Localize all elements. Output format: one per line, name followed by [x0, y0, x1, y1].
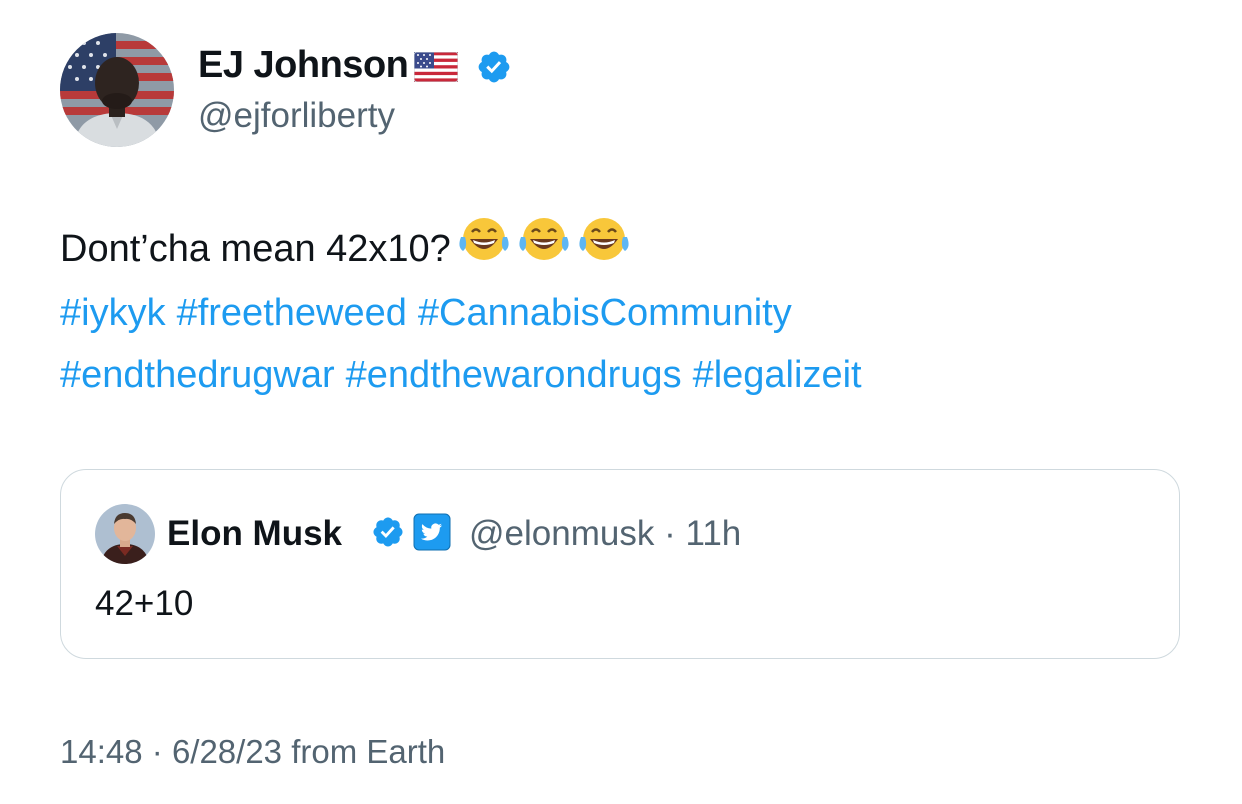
- quote-timestamp[interactable]: 11h: [685, 514, 741, 553]
- quote-author-meta[interactable]: @elonmusk · 11h: [469, 514, 741, 554]
- author-avatar-image: [60, 33, 174, 147]
- tweet-time[interactable]: 14:48: [60, 733, 143, 770]
- hashtag-link[interactable]: #CannabisCommunity: [418, 292, 792, 334]
- quote-text: 42+10: [95, 584, 194, 623]
- hashtag-link[interactable]: #endthedrugwar: [60, 354, 335, 396]
- hashtag-line-1: #iykyk #freetheweed #CannabisCommunity: [60, 282, 1190, 344]
- tweet-text: Dont’cha mean 42x10?: [60, 227, 451, 270]
- hashtag-link[interactable]: #endthewarondrugs: [346, 354, 682, 396]
- face-with-tears-of-joy-icon: [517, 215, 571, 282]
- meta-separator: ·: [151, 733, 163, 770]
- hashtag-line-2: #endthedrugwar #endthewarondrugs #legalize…: [60, 344, 1190, 406]
- verified-badge-icon[interactable]: [476, 49, 512, 90]
- tweet-body: Dont’cha mean 42x10? #iykyk #freetheweed…: [60, 215, 1190, 406]
- quoted-tweet-card[interactable]: Elon Musk @elonmusk · 11h 42+10: [60, 469, 1180, 659]
- twitter-affiliate-badge-icon[interactable]: [413, 513, 451, 556]
- face-with-tears-of-joy-icon: [457, 215, 511, 282]
- tweet-source: from Earth: [291, 733, 446, 770]
- hashtag-link[interactable]: #legalizeit: [693, 354, 862, 396]
- verified-badge-icon[interactable]: [371, 515, 405, 554]
- tweet-timestamp-line: 14:48 · 6/28/23 from Earth: [60, 733, 445, 771]
- quote-author-avatar-image: [95, 504, 155, 564]
- quote-author-name[interactable]: Elon Musk: [167, 514, 342, 554]
- hashtag-link[interactable]: #freetheweed: [177, 292, 407, 334]
- hashtag-link[interactable]: #iykyk: [60, 292, 166, 334]
- us-flag-icon: [413, 51, 459, 87]
- meta-separator: ·: [664, 514, 676, 553]
- tweet-text-line: Dont’cha mean 42x10?: [60, 215, 1190, 282]
- face-with-tears-of-joy-icon: [577, 215, 631, 282]
- quote-author-avatar[interactable]: [95, 504, 155, 564]
- quote-author-handle[interactable]: @elonmusk: [469, 514, 654, 553]
- author-handle[interactable]: @ejforliberty: [198, 96, 395, 136]
- tweet-date[interactable]: 6/28/23: [172, 733, 282, 770]
- author-avatar[interactable]: [60, 33, 174, 147]
- author-name[interactable]: EJ Johnson: [198, 44, 409, 87]
